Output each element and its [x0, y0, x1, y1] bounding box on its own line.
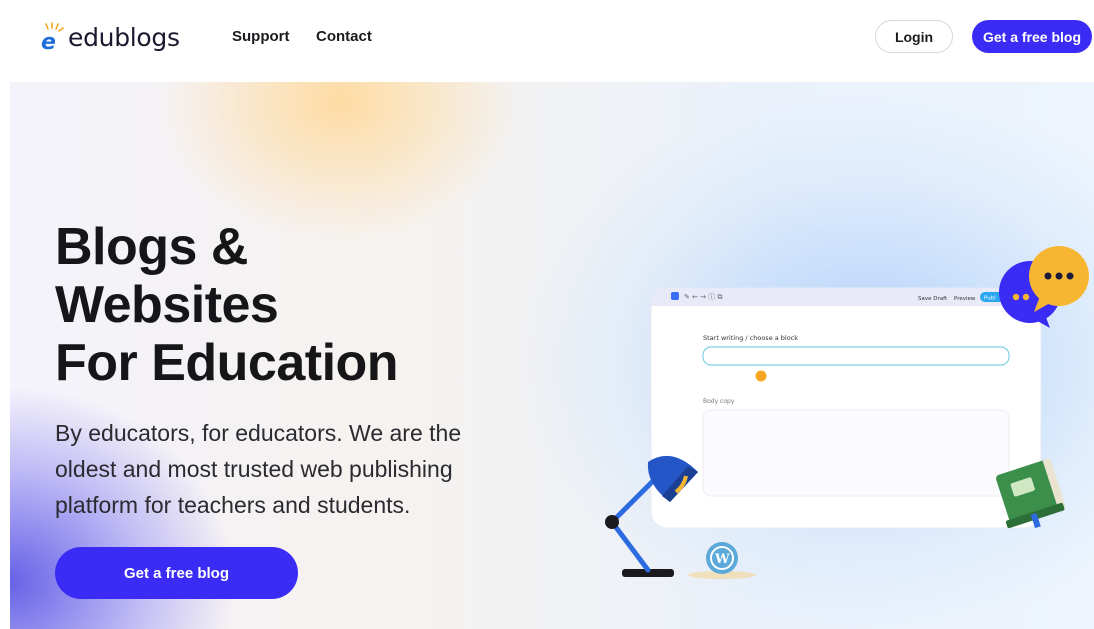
- preview-link: Preview: [954, 296, 976, 302]
- chat-bubbles-icon: [999, 246, 1089, 328]
- nav-link-contact[interactable]: Contact: [316, 28, 372, 45]
- svg-text:e: e: [41, 30, 56, 52]
- hero-headline: Blogs & Websites For Education: [55, 218, 399, 392]
- edublogs-logo-icon: e: [41, 22, 64, 52]
- save-draft-link: Save Draft: [918, 296, 948, 302]
- brand-logo[interactable]: e edublogs: [38, 20, 180, 54]
- editor-title-field: [702, 346, 1010, 366]
- hero-illustration: ✎ ← → ⓘ ⧉ Save Draft Preview Publ Start …: [605, 246, 1089, 579]
- get-free-blog-nav-button[interactable]: Get a free blog: [972, 20, 1092, 53]
- editor-body-field: [702, 409, 1010, 497]
- headline-line: Websites: [55, 276, 279, 334]
- top-navigation: e edublogs Support Contact Login Get a f…: [0, 0, 1094, 78]
- editor-mockup: ✎ ← → ⓘ ⧉ Save Draft Preview Publ Start …: [650, 287, 1042, 529]
- get-free-blog-hero-button[interactable]: Get a free blog: [55, 547, 298, 599]
- add-block-icon: [671, 292, 679, 300]
- brand-name: edublogs: [68, 22, 180, 52]
- editor-toolbar-icons: ✎ ← → ⓘ ⧉: [684, 293, 723, 301]
- headline-line: Blogs &: [55, 218, 248, 276]
- headline-line: For Education: [55, 334, 399, 392]
- hero-subtext: By educators, for educators. We are the …: [55, 420, 462, 518]
- nav-link-support[interactable]: Support: [232, 28, 290, 45]
- editor-title-label: Start writing / choose a block: [703, 334, 798, 342]
- publish-label: Publ: [984, 296, 996, 302]
- editor-cursor-dot: [755, 370, 767, 382]
- editor-body-label: Body copy: [703, 398, 735, 405]
- svg-text:W: W: [714, 552, 730, 567]
- login-button[interactable]: Login: [875, 20, 953, 53]
- wordpress-icon: W: [688, 542, 756, 579]
